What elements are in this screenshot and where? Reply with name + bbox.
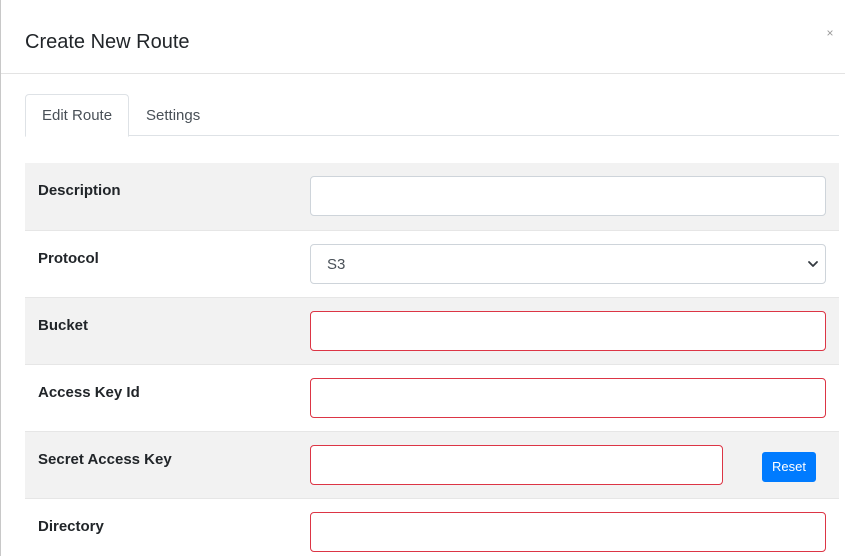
secret-access-key-label: Secret Access Key: [38, 451, 172, 468]
dialog-header: Create New Route ×: [1, 0, 845, 74]
access-key-id-input[interactable]: [310, 378, 826, 418]
tab-settings[interactable]: Settings: [129, 94, 217, 136]
description-input[interactable]: [310, 176, 826, 216]
route-form: Description Protocol S3 Bucket Access Ke…: [25, 163, 839, 556]
protocol-label: Protocol: [38, 250, 99, 267]
create-route-dialog: Create New Route × Edit Route Settings D…: [0, 0, 845, 556]
bucket-input[interactable]: [310, 311, 826, 351]
directory-label: Directory: [38, 518, 104, 535]
directory-input[interactable]: [310, 512, 826, 552]
secret-access-key-input[interactable]: [310, 445, 723, 485]
form-row-access-key-id: Access Key Id: [25, 364, 839, 431]
close-button[interactable]: ×: [823, 26, 837, 40]
close-icon: ×: [826, 26, 834, 40]
bucket-label: Bucket: [38, 317, 89, 334]
dialog-title: Create New Route: [25, 31, 190, 53]
reset-button[interactable]: Reset: [762, 452, 816, 482]
chevron-down-icon: [808, 261, 818, 267]
protocol-select[interactable]: S3: [310, 244, 826, 284]
description-label: Description: [38, 182, 121, 199]
protocol-selected-value: S3: [327, 256, 346, 273]
form-row-directory: Directory: [25, 498, 839, 556]
form-row-description: Description: [25, 163, 839, 230]
form-row-secret-access-key: Secret Access Key Reset: [25, 431, 839, 498]
access-key-id-label: Access Key Id: [38, 384, 140, 401]
form-row-protocol: Protocol S3: [25, 230, 839, 297]
form-row-bucket: Bucket: [25, 297, 839, 364]
tab-bar: Edit Route Settings: [25, 94, 839, 137]
tab-edit-route[interactable]: Edit Route: [25, 94, 130, 137]
